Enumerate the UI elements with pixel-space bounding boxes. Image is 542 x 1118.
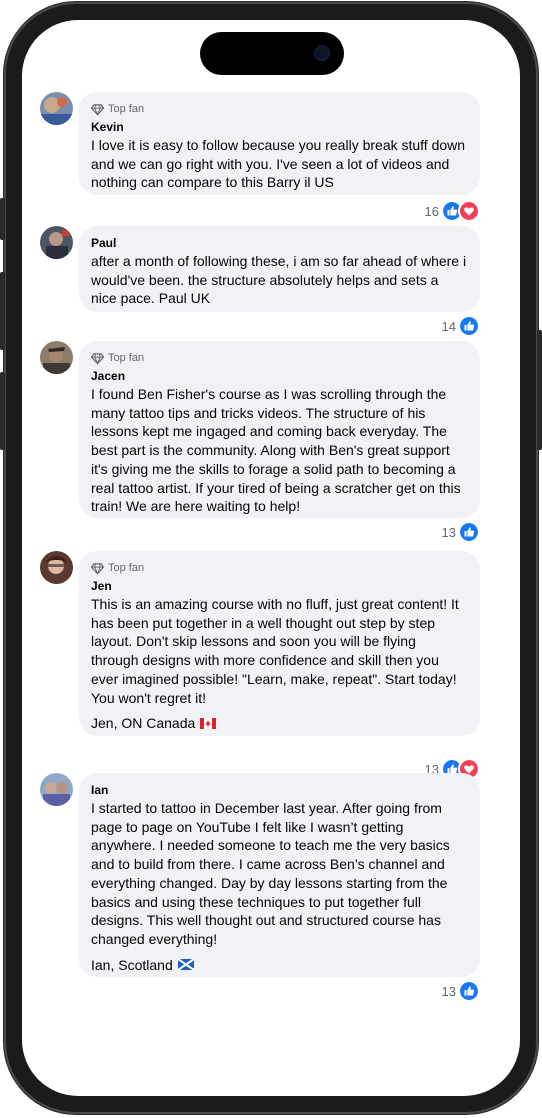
like-icon [458, 980, 480, 1002]
comment-signature: Jen, ON Canada [91, 714, 467, 733]
badge-label: Top fan [108, 103, 145, 115]
top-fan-badge: Top fan [91, 101, 467, 117]
avatar[interactable] [40, 341, 73, 374]
like-icon [458, 521, 480, 543]
comment-bubble: Top fan Kevin I love it is easy to follo… [79, 92, 480, 195]
scotland-flag-icon [177, 959, 194, 971]
like-icon [458, 315, 480, 337]
comment-signature: Ian, Scotland [91, 956, 467, 975]
comment-text: This is an amazing course with no fluff,… [91, 596, 459, 706]
avatar[interactable] [40, 551, 73, 584]
commenter-name[interactable]: Jen [91, 578, 467, 594]
camera-icon [314, 45, 330, 61]
reaction-count: 16 [424, 203, 439, 219]
diamond-icon [91, 562, 104, 575]
reactions[interactable]: 16 [425, 200, 480, 222]
commenter-name[interactable]: Jacen [91, 368, 467, 384]
comment-text: I found Ben Fisher's course as I was scr… [91, 386, 461, 515]
commenter-name[interactable]: Kevin [91, 119, 467, 135]
comment-text: I started to tattoo in December last yea… [91, 800, 450, 947]
signature-text: Ian, Scotland [91, 956, 173, 973]
reactions[interactable]: 13 [442, 521, 480, 543]
reactions[interactable]: 13 [442, 980, 480, 1002]
badge-label: Top fan [108, 562, 145, 574]
reactions[interactable]: 14 [442, 315, 480, 337]
reaction-count: 13 [441, 983, 456, 999]
volume-up-button [0, 272, 5, 350]
signature-text: Jen, ON Canada [91, 715, 196, 732]
action-button [0, 198, 5, 240]
comment-bubble: Ian I started to tattoo in December last… [79, 773, 480, 977]
avatar[interactable] [40, 773, 73, 806]
comment-text: after a month of following these, i am s… [91, 253, 467, 307]
diamond-icon [91, 352, 104, 365]
comment-bubble: Top fan Jen This is an amazing course wi… [79, 551, 480, 736]
top-fan-badge: Top fan [91, 560, 467, 576]
comment-bubble: Top fan Jacen I found Ben Fisher's cours… [79, 341, 480, 518]
commenter-name[interactable]: Paul [91, 235, 467, 251]
love-icon [458, 200, 480, 222]
comment-bubble: Paul after a month of following these, i… [79, 226, 480, 312]
badge-label: Top fan [108, 352, 145, 364]
screen: Top fan Kevin I love it is easy to follo… [22, 20, 520, 1096]
volume-down-button [0, 372, 5, 450]
reaction-count: 13 [441, 524, 456, 540]
avatar[interactable] [40, 226, 73, 259]
diamond-icon [91, 103, 104, 116]
comment-text: I love it is easy to follow because you … [91, 137, 466, 191]
commenter-name[interactable]: Ian [91, 782, 467, 798]
reaction-count: 14 [441, 318, 456, 334]
avatar[interactable] [40, 92, 73, 125]
power-button [537, 330, 542, 450]
canada-flag-icon [200, 718, 217, 730]
dynamic-island [200, 32, 344, 75]
top-fan-badge: Top fan [91, 350, 467, 366]
